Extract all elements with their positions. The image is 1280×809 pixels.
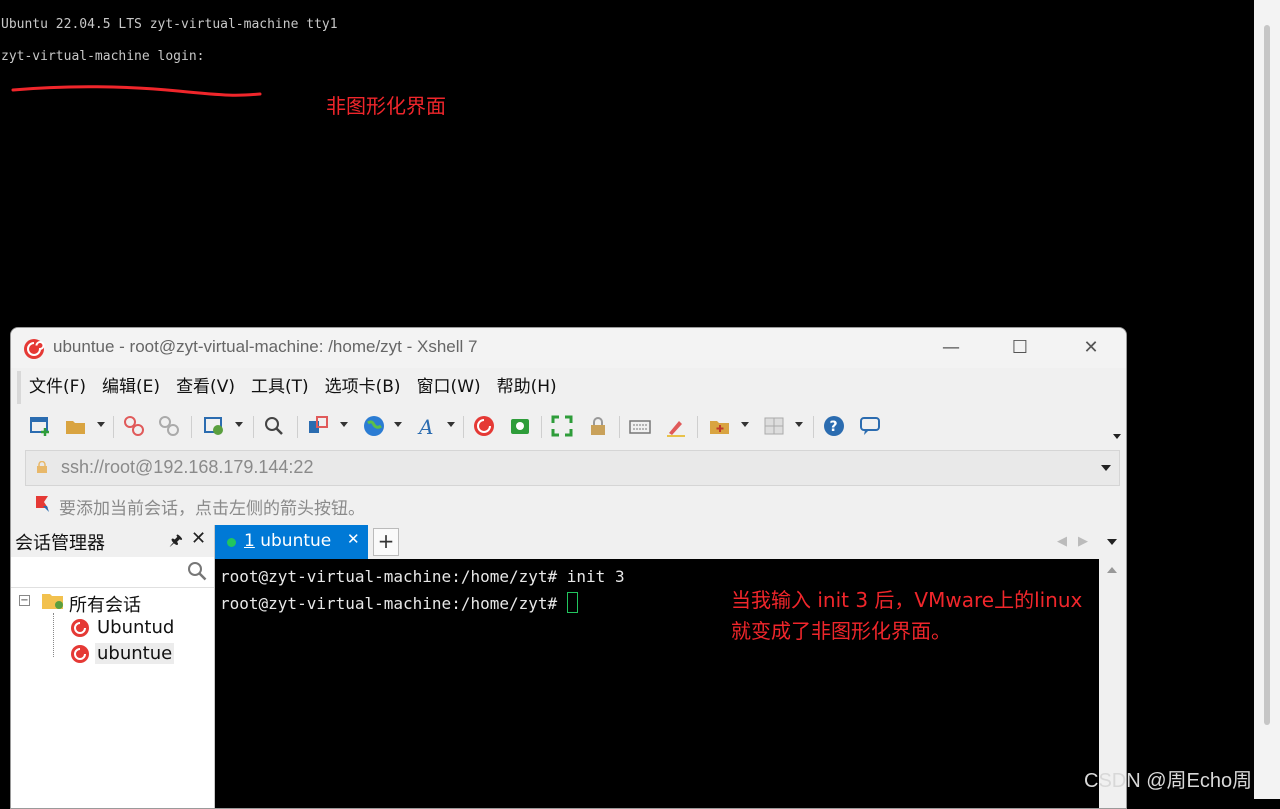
disconnect-icon[interactable] (158, 415, 180, 437)
red-underline (11, 85, 262, 97)
maximize-button[interactable]: ☐ (998, 334, 1042, 362)
watermark: CSDN @周Echo周 (1084, 770, 1253, 792)
address-bar[interactable]: ssh://root@192.168.179.144:22 (25, 450, 1120, 486)
new-session-icon[interactable] (29, 415, 51, 437)
session-icon (71, 619, 89, 637)
chevron-down-icon[interactable] (1101, 465, 1111, 471)
annotation-line1: 当我输入 init 3 后，VMware上的linux (731, 588, 1083, 612)
keyboard-icon[interactable] (629, 415, 651, 437)
tab-close-button[interactable]: ✕ (347, 530, 360, 548)
toolbar-separator (297, 416, 298, 438)
font-icon[interactable]: A (417, 415, 439, 437)
tree-folder-all-sessions[interactable]: 所有会话 (69, 591, 141, 617)
menu-edit[interactable]: 编辑(E) (94, 371, 168, 404)
session-manager-panel: 会话管理器 🖈 ✕ − 所有会话 Ubuntud ubuntue (11, 525, 215, 808)
svg-text:A: A (417, 415, 433, 437)
session-manager-title: 会话管理器 (15, 533, 105, 554)
console-banner: Ubuntu 22.04.5 LTS zyt-virtual-machine t… (1, 17, 338, 32)
menu-window[interactable]: 窗口(W) (409, 371, 489, 404)
tab-strip: 1 ubuntue ✕ + ◀ ▶ (215, 525, 1126, 559)
xshell-window: ubuntue - root@zyt-virtual-machine: /hom… (10, 327, 1127, 809)
session-item-ubuntue[interactable]: ubuntue (95, 643, 175, 664)
open-dropdown-icon[interactable] (97, 422, 105, 427)
transfer-dropdown-icon[interactable] (340, 422, 348, 427)
terminal-line: root@zyt-virtual-machine:/home/zyt# init… (220, 567, 625, 586)
toolbar-separator (253, 416, 254, 438)
bookmark-arrow-icon[interactable] (33, 494, 53, 514)
help-icon[interactable]: ? (823, 415, 845, 437)
tab-label: 1 ubuntue (244, 531, 332, 551)
tree-guide (53, 613, 55, 657)
transfer-icon[interactable] (307, 415, 329, 437)
globe-icon[interactable] (363, 415, 385, 437)
toolbar-separator (697, 416, 698, 438)
toolbar-separator (191, 416, 192, 438)
search-icon[interactable] (187, 561, 207, 581)
open-folder-icon[interactable] (65, 415, 87, 437)
properties-icon[interactable] (203, 415, 225, 437)
fullscreen-icon[interactable] (551, 415, 573, 437)
menu-tools[interactable]: 工具(T) (243, 371, 317, 404)
session-manager-header: 会话管理器 🖈 ✕ (11, 525, 214, 557)
tab-ubuntue[interactable]: 1 ubuntue ✕ (215, 525, 368, 559)
xshell-icon[interactable] (473, 415, 495, 437)
xftp-icon[interactable] (509, 415, 531, 437)
compose-icon[interactable] (709, 415, 731, 437)
tab-menu-icon[interactable] (1107, 539, 1117, 545)
hint-text: 要添加当前会话，点击左侧的箭头按钮。 (59, 499, 365, 519)
svg-text:?: ? (830, 419, 838, 435)
outer-scrollbar[interactable] (1264, 25, 1270, 725)
layout-dropdown-icon[interactable] (795, 422, 803, 427)
scroll-up-icon[interactable] (1107, 567, 1117, 573)
terminal-cursor (566, 592, 578, 613)
search-icon[interactable] (263, 415, 285, 437)
divider (11, 587, 214, 588)
annotation-non-gui: 非图形化界面 (326, 94, 446, 118)
properties-dropdown-icon[interactable] (235, 422, 243, 427)
toolbar-overflow-icon[interactable] (1113, 434, 1121, 439)
chat-icon[interactable] (859, 415, 881, 437)
folder-icon (42, 594, 63, 609)
title-bar: ubuntue - root@zyt-virtual-machine: /hom… (11, 328, 1126, 368)
pin-icon[interactable]: 🖈 (169, 530, 183, 555)
minimize-button[interactable]: — (929, 334, 973, 362)
connected-status-icon (227, 538, 236, 547)
toolbar-separator (541, 416, 542, 438)
toolbar-separator (813, 416, 814, 438)
font-dropdown-icon[interactable] (447, 422, 455, 427)
highlight-icon[interactable] (665, 415, 687, 437)
toolbar-separator (113, 416, 114, 438)
menu-view[interactable]: 查看(V) (168, 371, 243, 404)
annotation-line2: 就变成了非图形化界面。 (731, 619, 951, 643)
connect-icon[interactable] (123, 415, 145, 437)
tab-prev-icon[interactable]: ◀ (1057, 534, 1067, 549)
terminal[interactable]: root@zyt-virtual-machine:/home/zyt# init… (215, 559, 1099, 808)
panel-close-button[interactable]: ✕ (191, 528, 206, 549)
menu-tabs[interactable]: 选项卡(B) (317, 371, 409, 404)
address-value: ssh://root@192.168.179.144:22 (61, 457, 314, 477)
globe-dropdown-icon[interactable] (394, 422, 402, 427)
lock-icon[interactable] (587, 415, 609, 437)
menu-bar: 文件(F) 编辑(E) 查看(V) 工具(T) 选项卡(B) 窗口(W) 帮助(H) (17, 371, 1126, 404)
xshell-app-icon (24, 339, 45, 359)
lock-icon (37, 461, 47, 473)
session-icon (71, 645, 89, 663)
toolbar-separator (463, 416, 464, 438)
menu-help[interactable]: 帮助(H) (489, 371, 565, 404)
tree-expander[interactable]: − (19, 595, 30, 606)
compose-dropdown-icon[interactable] (741, 422, 749, 427)
console-login-prompt[interactable]: zyt-virtual-machine login: (1, 49, 205, 64)
terminal-line: root@zyt-virtual-machine:/home/zyt# (220, 592, 578, 613)
menu-file[interactable]: 文件(F) (21, 371, 94, 404)
tab-next-icon[interactable]: ▶ (1078, 534, 1088, 549)
close-button[interactable]: ✕ (1069, 334, 1113, 362)
session-item-ubuntud[interactable]: Ubuntud (97, 617, 174, 638)
window-title: ubuntue - root@zyt-virtual-machine: /hom… (53, 337, 478, 356)
outer-scroll-area (1254, 0, 1280, 799)
toolbar-separator (619, 416, 620, 438)
toolbar: A ? (17, 408, 1122, 446)
hint-bar: 要添加当前会话，点击左侧的箭头按钮。 (25, 490, 1118, 520)
add-tab-button[interactable]: + (373, 528, 399, 556)
layout-icon[interactable] (763, 415, 785, 437)
